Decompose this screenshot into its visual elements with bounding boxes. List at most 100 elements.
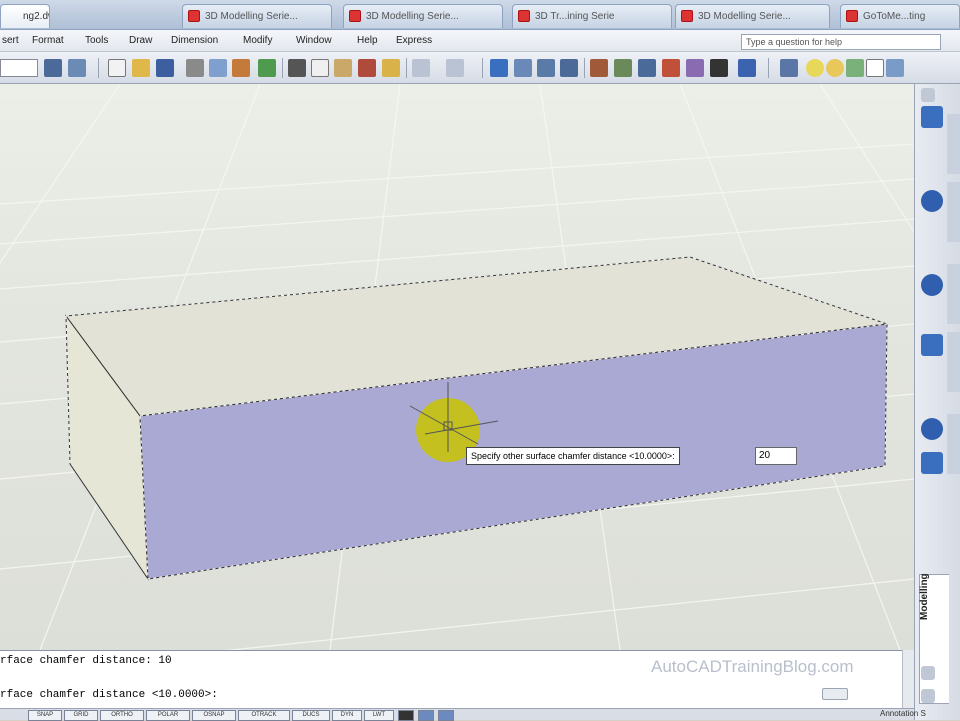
standard-toolbar xyxy=(0,52,960,84)
toolbar-separator xyxy=(406,58,407,78)
lights-icon[interactable] xyxy=(921,334,943,356)
status-bar: SNAP GRID ORTHO POLAR OSNAP OTRACK DUCS … xyxy=(0,708,914,721)
3d-orbit-icon[interactable] xyxy=(921,190,943,212)
status-layout-icon[interactable] xyxy=(418,710,434,721)
toolbar-icon[interactable] xyxy=(68,59,86,77)
palette-autohide-icon[interactable] xyxy=(921,689,935,703)
tool-palette xyxy=(914,84,960,720)
new-file-icon[interactable] xyxy=(108,59,126,77)
pan-icon[interactable] xyxy=(490,59,508,77)
status-dyn-button[interactable]: DYN xyxy=(332,710,362,721)
menu-modify[interactable]: Modify xyxy=(243,35,272,46)
3d-scene xyxy=(0,84,914,650)
menu-help[interactable]: Help xyxy=(357,35,378,46)
tab-3d-training[interactable]: 3D Tr...ining Serie xyxy=(512,4,672,28)
status-ortho-button[interactable]: ORTHO xyxy=(100,710,144,721)
tab-3d-modelling-2[interactable]: 3D Modelling Serie... xyxy=(343,4,503,28)
plot-preview-icon[interactable] xyxy=(209,59,227,77)
annotation-scale-label[interactable]: Annotation S xyxy=(880,709,926,718)
palette-menu-icon[interactable] xyxy=(921,666,935,680)
menu-window[interactable]: Window xyxy=(296,35,332,46)
menu-express[interactable]: Express xyxy=(396,35,432,46)
palette-tab-label: Modelling xyxy=(919,573,930,620)
menu-draw[interactable]: Draw xyxy=(129,35,152,46)
page-icon xyxy=(349,10,361,22)
status-viewport-icon[interactable] xyxy=(438,710,454,721)
tab-drawing[interactable]: ng2.dwg] xyxy=(0,4,50,28)
menu-insert[interactable]: sert xyxy=(2,35,19,46)
toolbar-separator xyxy=(282,58,283,78)
tab-label: GoToMe...ting xyxy=(863,11,926,22)
workspace-settings-icon[interactable] xyxy=(44,59,62,77)
layer-manager-icon[interactable] xyxy=(780,59,798,77)
cut-icon[interactable] xyxy=(288,59,306,77)
match-properties-icon[interactable] xyxy=(358,59,376,77)
layer-icon[interactable] xyxy=(886,59,904,77)
status-model-icon[interactable] xyxy=(398,710,414,721)
3d-dwf-icon[interactable] xyxy=(258,59,276,77)
command-line-scrollbar[interactable] xyxy=(902,650,914,708)
tab-label: ng2.dwg] xyxy=(23,11,49,22)
dynamic-input-tooltip: Specify other surface chamfer distance <… xyxy=(466,447,680,465)
block-editor-icon[interactable] xyxy=(382,59,400,77)
redo-icon[interactable] xyxy=(446,59,464,77)
chamfer-distance-input[interactable]: 20 xyxy=(755,447,797,465)
layers-icon[interactable] xyxy=(921,106,943,128)
markup-icon[interactable] xyxy=(686,59,704,77)
toolbar-separator xyxy=(98,58,99,78)
render-icon[interactable] xyxy=(921,452,943,474)
status-lwt-button[interactable]: LWT xyxy=(364,710,394,721)
palette-section-strip xyxy=(947,332,960,392)
design-center-icon[interactable] xyxy=(614,59,632,77)
materials-icon[interactable] xyxy=(921,418,943,440)
drawing-viewport[interactable] xyxy=(0,84,914,650)
tab-label: 3D Tr...ining Serie xyxy=(535,11,615,22)
status-polar-button[interactable]: POLAR xyxy=(146,710,190,721)
status-osnap-button[interactable]: OSNAP xyxy=(192,710,236,721)
open-folder-icon[interactable] xyxy=(132,59,150,77)
paste-icon[interactable] xyxy=(334,59,352,77)
print-icon[interactable] xyxy=(186,59,204,77)
tab-gotomeeting[interactable]: GoToMe...ting xyxy=(840,4,960,28)
command-prompt-line: rface chamfer distance <10.0000>: xyxy=(0,689,218,701)
command-history-line: rface chamfer distance: 10 xyxy=(0,655,172,667)
tab-3d-modelling-3[interactable]: 3D Modelling Serie... xyxy=(675,4,830,28)
zoom-window-icon[interactable] xyxy=(537,59,555,77)
tool-palettes-icon[interactable] xyxy=(638,59,656,77)
menu-tools[interactable]: Tools xyxy=(85,35,108,46)
horizontal-scroll-thumb[interactable] xyxy=(822,688,848,700)
quickcalc-icon[interactable] xyxy=(710,59,728,77)
help-icon[interactable] xyxy=(738,59,756,77)
freeze-icon[interactable] xyxy=(826,59,844,77)
layer-color-icon[interactable] xyxy=(866,59,884,77)
menu-format[interactable]: Format xyxy=(32,35,64,46)
toolbar-separator xyxy=(768,58,769,78)
visual-styles-icon[interactable] xyxy=(921,274,943,296)
zoom-previous-icon[interactable] xyxy=(560,59,578,77)
toolbar-separator xyxy=(482,58,483,78)
page-icon xyxy=(846,10,858,22)
status-ducs-button[interactable]: DUCS xyxy=(292,710,330,721)
help-search-input[interactable]: Type a question for help xyxy=(741,34,941,50)
palette-close-icon[interactable] xyxy=(921,88,935,102)
workspace-combo[interactable] xyxy=(0,59,38,77)
lock-icon[interactable] xyxy=(846,59,864,77)
browser-tab-strip: ng2.dwg] 3D Modelling Serie... 3D Modell… xyxy=(0,0,960,30)
status-otrack-button[interactable]: OTRACK xyxy=(238,710,290,721)
undo-icon[interactable] xyxy=(412,59,430,77)
tab-3d-modelling-1[interactable]: 3D Modelling Serie... xyxy=(182,4,332,28)
status-grid-button[interactable]: GRID xyxy=(64,710,98,721)
menu-dimension[interactable]: Dimension xyxy=(171,35,218,46)
palette-section-strip xyxy=(947,182,960,242)
publish-icon[interactable] xyxy=(232,59,250,77)
save-icon[interactable] xyxy=(156,59,174,77)
watermark: AutoCADTrainingBlog.com xyxy=(651,657,854,676)
palette-section-strip xyxy=(947,114,960,174)
zoom-realtime-icon[interactable] xyxy=(514,59,532,77)
sheet-set-icon[interactable] xyxy=(662,59,680,77)
tab-label: 3D Modelling Serie... xyxy=(698,11,791,22)
status-snap-button[interactable]: SNAP xyxy=(28,710,62,721)
light-bulb-icon[interactable] xyxy=(806,59,824,77)
copy-icon[interactable] xyxy=(311,59,329,77)
properties-icon[interactable] xyxy=(590,59,608,77)
